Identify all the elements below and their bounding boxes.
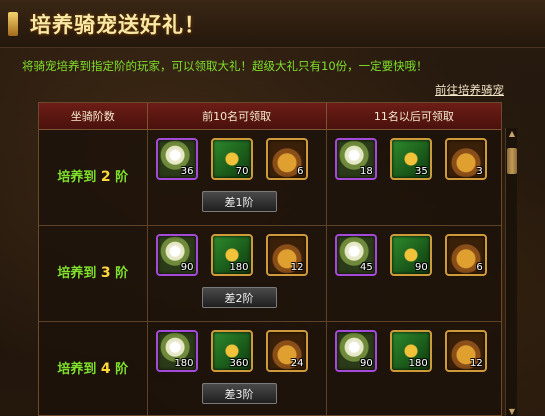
level-diff-button[interactable]: 差3阶	[201, 383, 277, 404]
item-quantity: 45	[360, 262, 373, 273]
reward-items: 90 180 12	[334, 330, 487, 372]
header-mount-level: 坐骑阶数	[39, 103, 148, 129]
first10-reward-cell: 90 180 12 差2阶	[148, 226, 327, 321]
level-suffix: 阶	[115, 362, 129, 377]
item-quantity: 90	[360, 358, 373, 369]
level-label: 培养到 4 阶	[39, 358, 147, 377]
level-cell: 培养到 4 阶	[39, 322, 148, 415]
after10-reward-cell: 18 35 3	[327, 130, 501, 225]
green-horseshoe-book-icon[interactable]: 360	[210, 330, 253, 372]
level-prefix: 培养到	[57, 170, 97, 185]
first10-reward-cell: 36 70 6 差1阶	[148, 130, 327, 225]
item-quantity: 6	[476, 262, 483, 273]
item-quantity: 36	[180, 166, 194, 177]
level-suffix: 阶	[115, 170, 129, 185]
item-quantity: 70	[235, 166, 249, 177]
event-notice: 将骑宠培养到指定阶的玩家，可以领取大礼！超级大礼只有10份，一定要快哦！	[22, 59, 428, 73]
title-accent-icon	[8, 12, 18, 36]
reward-items: 90 180 12	[155, 234, 308, 276]
white-flower-icon[interactable]: 36	[155, 138, 198, 180]
level-prefix: 培养到	[57, 362, 97, 377]
page-title: 培养骑宠送好礼！	[30, 13, 206, 37]
white-flower-icon[interactable]: 18	[334, 138, 377, 180]
gold-coin-bag-icon[interactable]: 3	[444, 138, 487, 180]
level-cell: 培养到 2 阶	[39, 130, 148, 225]
level-diff-button[interactable]: 差2阶	[201, 287, 277, 308]
green-horseshoe-book-icon[interactable]: 90	[389, 234, 432, 276]
green-horseshoe-book-icon[interactable]: 35	[389, 138, 432, 180]
gold-coin-bag-icon[interactable]: 6	[265, 138, 308, 180]
reward-items: 18 35 3	[334, 138, 487, 180]
scroll-up-icon[interactable]: ▲	[507, 128, 517, 138]
item-quantity: 35	[415, 166, 428, 177]
level-cell: 培养到 3 阶	[39, 226, 148, 321]
green-horseshoe-book-icon[interactable]: 180	[210, 234, 253, 276]
item-quantity: 6	[297, 166, 304, 177]
item-quantity: 90	[415, 262, 428, 273]
item-quantity: 3	[476, 166, 483, 177]
level-prefix: 培养到	[57, 266, 97, 281]
item-quantity: 24	[290, 358, 304, 369]
table-header: 坐骑阶数 前10名可领取 11名以后可领取	[39, 103, 501, 130]
gold-coin-bag-icon[interactable]: 6	[444, 234, 487, 276]
reward-items: 45 90 6	[334, 234, 487, 276]
item-quantity: 12	[290, 262, 304, 273]
item-quantity: 18	[360, 166, 373, 177]
level-label: 培养到 3 阶	[39, 262, 147, 281]
item-quantity: 90	[180, 262, 194, 273]
gold-coin-bag-icon[interactable]: 12	[444, 330, 487, 372]
item-quantity: 180	[174, 358, 194, 369]
green-horseshoe-book-icon[interactable]: 180	[389, 330, 432, 372]
scroll-down-icon[interactable]: ▼	[507, 406, 517, 416]
table-row: 培养到 4 阶 180 360 24 差3阶 90 180 12	[39, 322, 501, 415]
scroll-thumb[interactable]	[507, 148, 517, 174]
after10-reward-cell: 45 90 6	[327, 226, 501, 321]
white-flower-icon[interactable]: 45	[334, 234, 377, 276]
item-quantity: 12	[470, 358, 483, 369]
table-row: 培养到 3 阶 90 180 12 差2阶 45 90 6	[39, 226, 501, 322]
header-first-10: 前10名可领取	[148, 103, 327, 129]
table-row: 培养到 2 阶 36 70 6 差1阶 18 35 3	[39, 130, 501, 226]
item-quantity: 360	[229, 358, 249, 369]
level-number: 4	[100, 361, 111, 377]
level-diff-button[interactable]: 差1阶	[201, 191, 277, 212]
header-after-10: 11名以后可领取	[373, 110, 454, 123]
gold-coin-bag-icon[interactable]: 24	[265, 330, 308, 372]
green-horseshoe-book-icon[interactable]: 70	[210, 138, 253, 180]
white-flower-icon[interactable]: 90	[334, 330, 377, 372]
level-label: 培养到 2 阶	[39, 166, 147, 185]
reward-items: 36 70 6	[155, 138, 308, 180]
first10-reward-cell: 180 360 24 差3阶	[148, 322, 327, 415]
item-quantity: 180	[229, 262, 249, 273]
gold-coin-bag-icon[interactable]: 12	[265, 234, 308, 276]
scrollbar[interactable]: ▲ ▼	[505, 128, 517, 416]
white-flower-icon[interactable]: 180	[155, 330, 198, 372]
item-quantity: 180	[408, 358, 428, 369]
after10-reward-cell: 90 180 12	[327, 322, 501, 415]
title-bar: 培养骑宠送好礼！	[0, 0, 545, 48]
white-flower-icon[interactable]: 90	[155, 234, 198, 276]
reward-table: 坐骑阶数 前10名可领取 11名以后可领取 培养到 2 阶 36 70 6 差1阶 18 3…	[38, 102, 502, 416]
reward-items: 180 360 24	[155, 330, 308, 372]
level-number: 2	[100, 169, 111, 185]
level-suffix: 阶	[115, 266, 129, 281]
table-body: 培养到 2 阶 36 70 6 差1阶 18 35 3 培养到 3 阶 90 180 12 差2阶 45 9…	[39, 130, 501, 415]
goto-train-mount-link[interactable]: 前往培养骑宠	[435, 82, 504, 98]
level-number: 3	[100, 265, 111, 281]
